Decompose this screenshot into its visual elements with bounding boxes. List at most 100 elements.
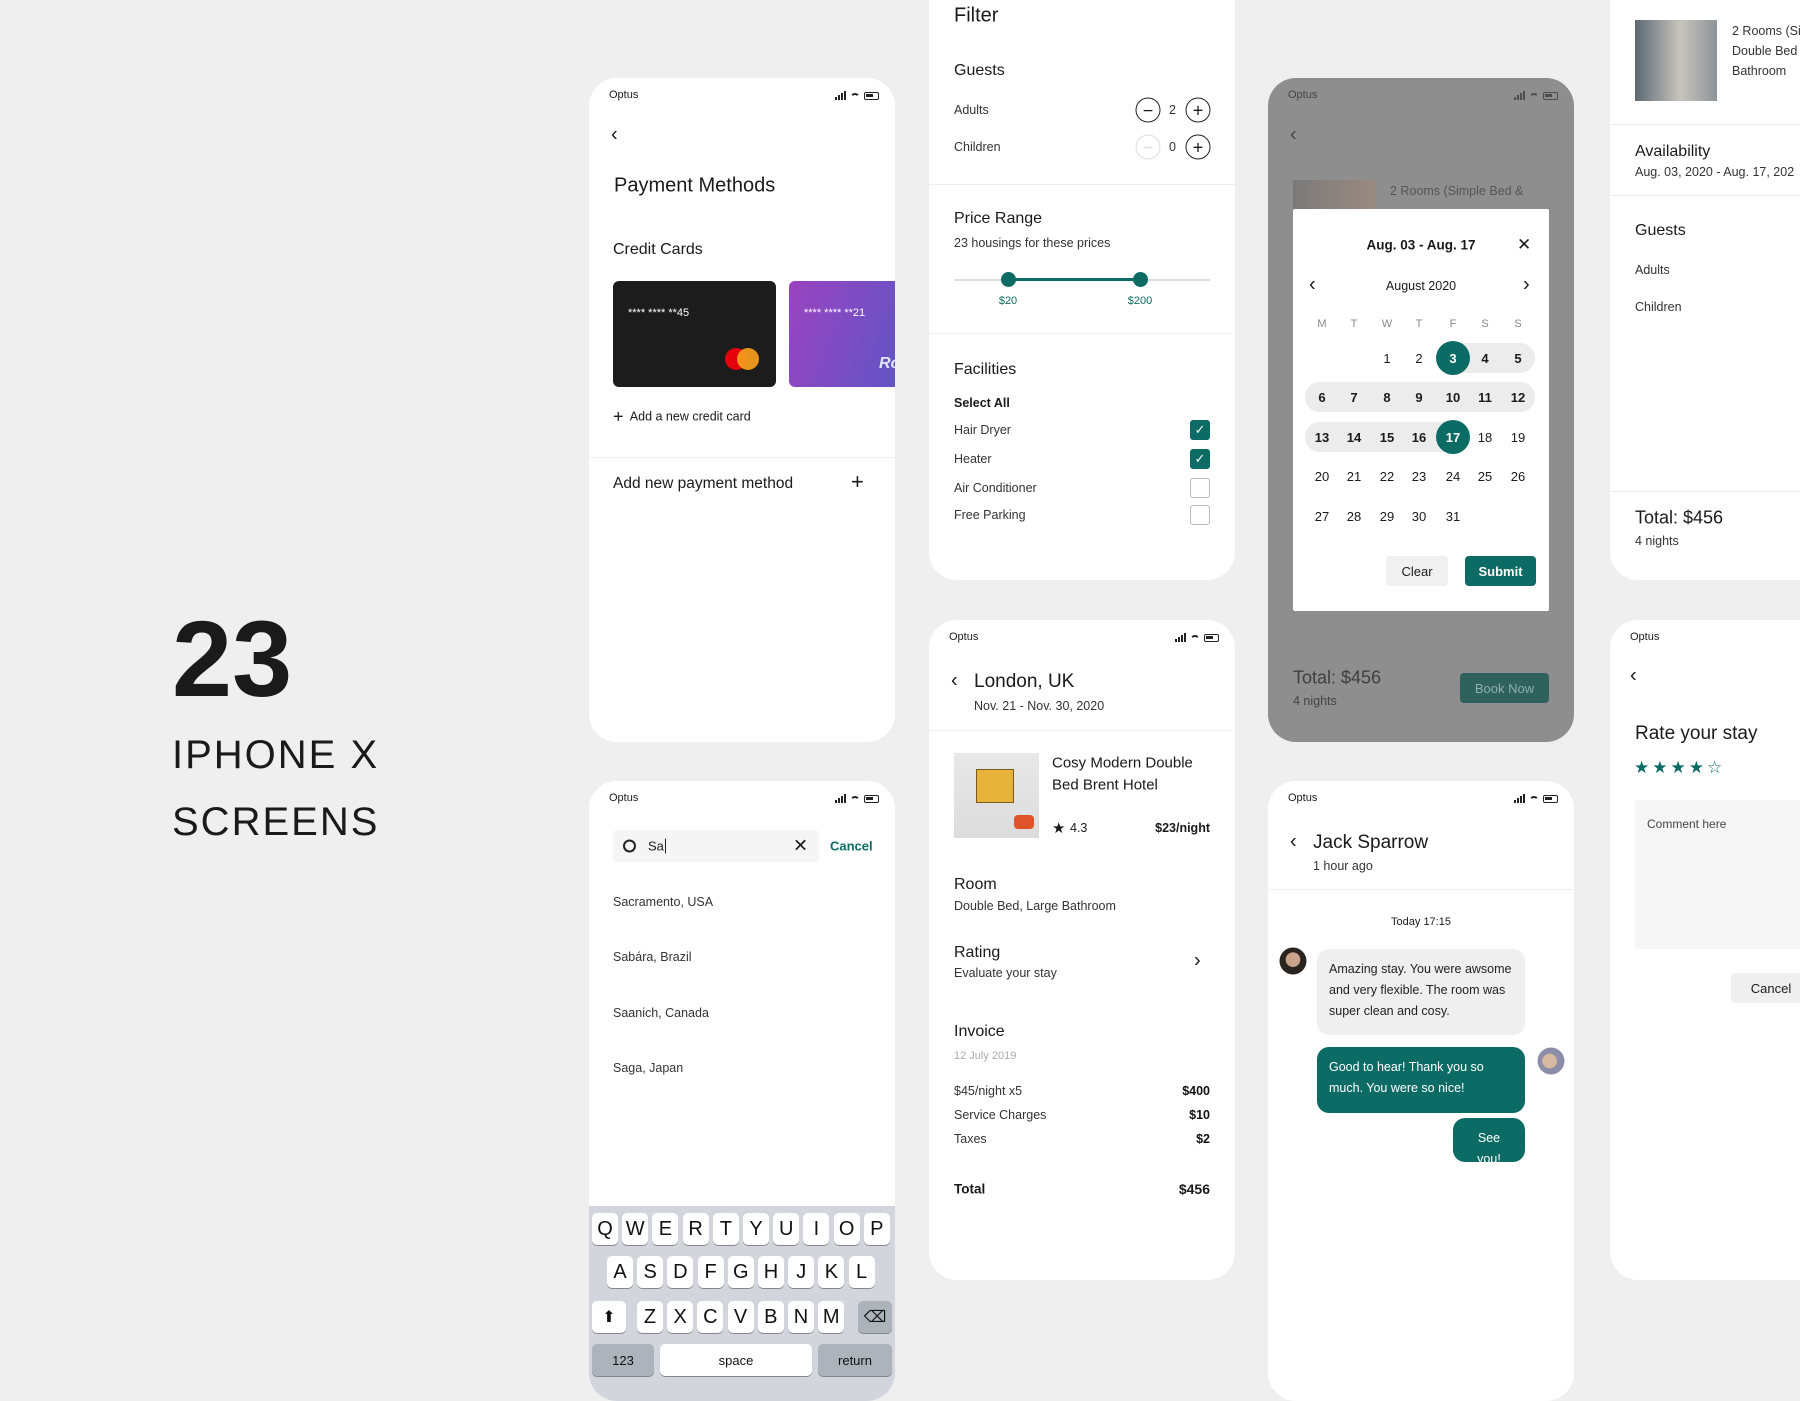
plus-icon[interactable]: + (851, 469, 864, 495)
calendar-day[interactable]: 2 (1402, 341, 1436, 375)
calendar-day[interactable]: 21 (1337, 459, 1371, 493)
price-max-handle[interactable] (1133, 272, 1148, 287)
keyboard-key[interactable]: O (833, 1213, 860, 1245)
keyboard-key[interactable]: N (788, 1301, 814, 1333)
keyboard-key[interactable]: B (757, 1301, 784, 1333)
comment-input[interactable]: Comment here (1635, 800, 1800, 949)
calendar-day[interactable]: 23 (1402, 459, 1436, 493)
keyboard-key[interactable]: K (818, 1256, 845, 1288)
keyboard-key[interactable]: V (727, 1301, 754, 1333)
price-min-handle[interactable] (1001, 272, 1016, 287)
keyboard-key[interactable]: X (667, 1301, 694, 1333)
adults-increment-button[interactable]: + (1185, 97, 1211, 123)
facility-checkbox[interactable] (1190, 478, 1210, 498)
keyboard-key[interactable]: Q (592, 1213, 618, 1245)
keyboard-key[interactable]: C (697, 1301, 724, 1333)
star-rating[interactable]: ★ ★ ★ ★ ☆ (1634, 758, 1722, 778)
add-payment-method-label[interactable]: Add new payment method (613, 475, 793, 493)
keyboard-key[interactable]: P (863, 1213, 890, 1245)
back-chevron-icon[interactable]: ‹ (1290, 124, 1297, 147)
space-key[interactable]: space (660, 1344, 812, 1376)
facility-checkbox[interactable]: ✓ (1190, 420, 1210, 440)
clear-icon[interactable]: ✕ (793, 836, 808, 857)
calendar-day[interactable]: 6 (1305, 380, 1339, 414)
keyboard-key[interactable]: R (682, 1213, 709, 1245)
rating-row[interactable]: Rating Evaluate your stay › (929, 938, 1235, 988)
back-chevron-icon[interactable]: ‹ (1290, 831, 1297, 854)
calendar-day[interactable]: 19 (1501, 420, 1535, 454)
calendar-day[interactable]: 9 (1402, 380, 1436, 414)
credit-card-1[interactable]: **** **** **45 (613, 281, 776, 387)
keyboard-key[interactable]: E (652, 1213, 679, 1245)
keyboard-key[interactable]: W (622, 1213, 649, 1245)
adults-decrement-button[interactable]: − (1135, 97, 1161, 123)
calendar-day[interactable]: 12 (1501, 380, 1535, 414)
backspace-key-icon[interactable]: ⌫ (858, 1301, 892, 1333)
book-now-button[interactable]: Book Now (1460, 673, 1549, 703)
star-outline-icon[interactable]: ☆ (1707, 758, 1722, 778)
keyboard-key[interactable]: J (788, 1256, 815, 1288)
shift-key-icon[interactable]: ⬆ (592, 1301, 626, 1333)
star-filled-icon[interactable]: ★ (1652, 758, 1667, 778)
keyboard-key[interactable]: H (758, 1256, 784, 1288)
calendar-day[interactable]: 28 (1337, 499, 1371, 533)
calendar-day[interactable]: 1 (1370, 341, 1404, 375)
calendar-day[interactable]: 17 (1436, 420, 1470, 454)
close-icon[interactable]: ✕ (1517, 235, 1531, 255)
keyboard-key[interactable]: Z (637, 1301, 663, 1333)
keyboard-key[interactable]: Y (743, 1213, 769, 1245)
search-input[interactable]: Sa ✕ (613, 830, 819, 862)
back-chevron-icon[interactable]: ‹ (611, 124, 618, 147)
calendar-day[interactable]: 31 (1436, 499, 1470, 533)
cancel-button[interactable]: Cancel (830, 839, 873, 854)
keyboard-key[interactable]: U (773, 1213, 800, 1245)
calendar-day[interactable]: 13 (1305, 420, 1339, 454)
calendar-day[interactable]: 27 (1305, 499, 1339, 533)
keyboard-key[interactable]: F (697, 1256, 724, 1288)
calendar-day[interactable]: 4 (1468, 341, 1502, 375)
calendar-day[interactable]: 30 (1402, 499, 1436, 533)
calendar-day[interactable]: 8 (1370, 380, 1404, 414)
children-increment-button[interactable]: + (1185, 134, 1211, 160)
keyboard-key[interactable]: T (712, 1213, 739, 1245)
search-result[interactable]: Saanich, Canada (613, 1006, 709, 1020)
calendar-day[interactable]: 26 (1501, 459, 1535, 493)
calendar-day[interactable]: 10 (1436, 380, 1470, 414)
star-filled-icon[interactable]: ★ (1671, 758, 1686, 778)
keyboard-key[interactable]: D (667, 1256, 694, 1288)
credit-card-2[interactable]: **** **** **21 Ro (789, 281, 895, 387)
calendar-day[interactable]: 11 (1468, 380, 1502, 414)
calendar-day[interactable]: 25 (1468, 459, 1502, 493)
calendar-day[interactable]: 14 (1337, 420, 1371, 454)
calendar-day[interactable]: 24 (1436, 459, 1470, 493)
keyboard-key[interactable]: A (607, 1256, 633, 1288)
back-chevron-icon[interactable]: ‹ (1630, 665, 1637, 688)
select-all-button[interactable]: Select All (954, 396, 1010, 410)
numbers-key[interactable]: 123 (592, 1344, 654, 1376)
star-filled-icon[interactable]: ★ (1689, 758, 1704, 778)
star-filled-icon[interactable]: ★ (1634, 758, 1649, 778)
keyboard-key[interactable]: M (818, 1301, 845, 1333)
keyboard-key[interactable]: G (727, 1256, 754, 1288)
search-result[interactable]: Saga, Japan (613, 1061, 683, 1075)
calendar-day[interactable]: 29 (1370, 499, 1404, 533)
calendar-day[interactable]: 20 (1305, 459, 1339, 493)
return-key[interactable]: return (818, 1344, 892, 1376)
prev-month-chevron-icon[interactable]: ‹ (1309, 274, 1316, 297)
next-month-chevron-icon[interactable]: › (1523, 274, 1530, 297)
search-result[interactable]: Sacramento, USA (613, 895, 713, 909)
calendar-day[interactable]: 5 (1501, 341, 1535, 375)
children-decrement-button[interactable]: − (1135, 134, 1161, 160)
facility-checkbox[interactable]: ✓ (1190, 449, 1210, 469)
facility-checkbox[interactable] (1190, 505, 1210, 525)
submit-button[interactable]: Submit (1465, 556, 1536, 586)
keyboard-key[interactable]: S (637, 1256, 664, 1288)
calendar-day[interactable]: 7 (1337, 380, 1371, 414)
back-chevron-icon[interactable]: ‹ (951, 670, 958, 693)
add-credit-card-button[interactable]: + Add a new credit card (613, 407, 751, 428)
calendar-day[interactable]: 18 (1468, 420, 1502, 454)
cancel-button[interactable]: Cancel (1731, 973, 1800, 1003)
calendar-day[interactable]: 22 (1370, 459, 1404, 493)
keyboard-key[interactable]: I (803, 1213, 830, 1245)
keyboard-key[interactable]: L (848, 1256, 875, 1288)
